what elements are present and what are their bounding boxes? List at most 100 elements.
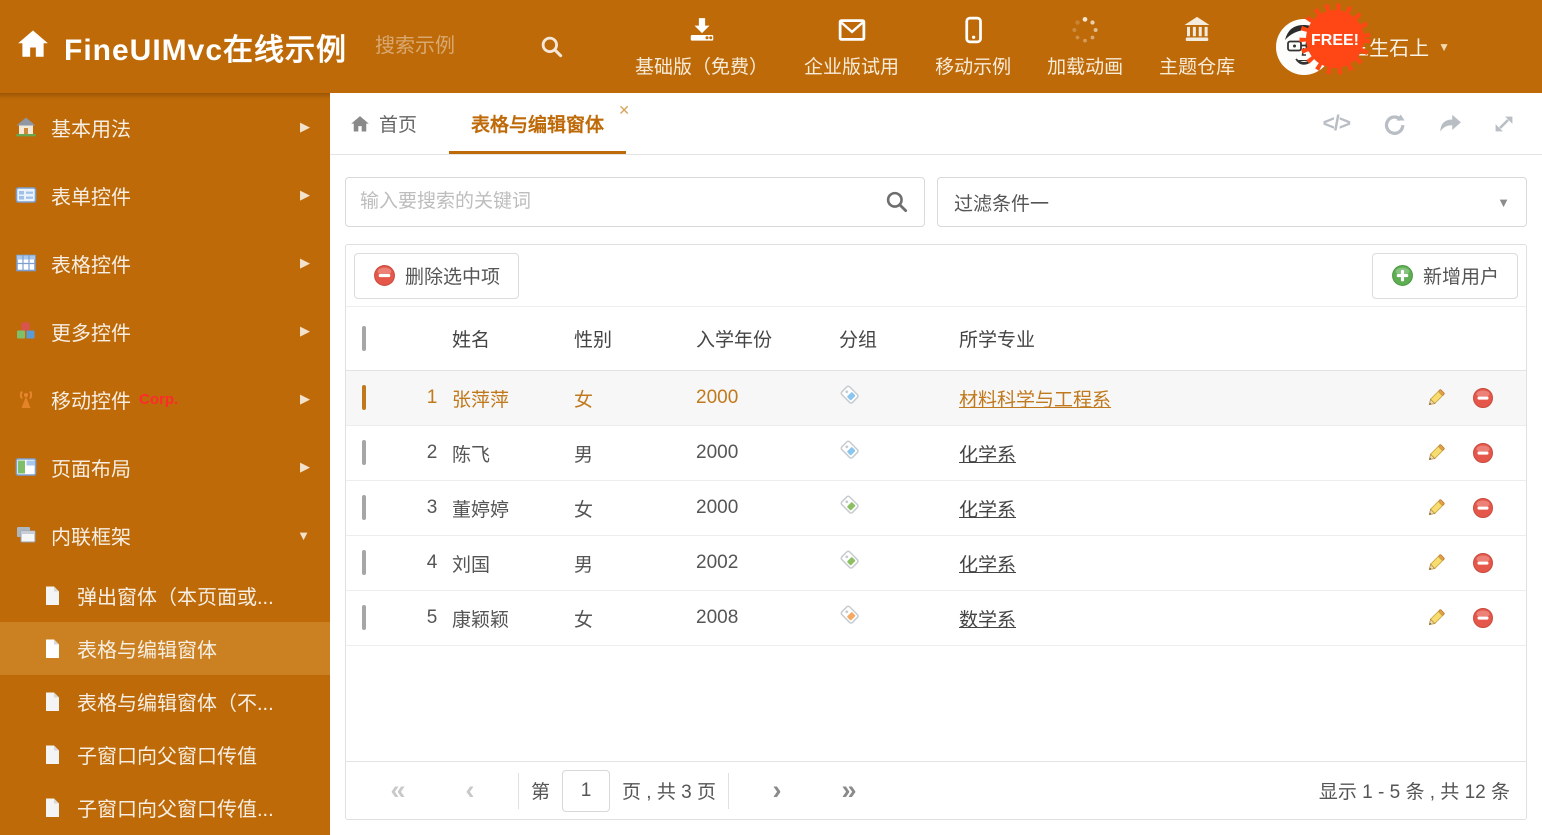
chevron-right-icon: ▶ [300, 255, 310, 270]
table-row[interactable]: 5 康颖颖 女 2008 数学系 [346, 591, 1526, 646]
sidebar-subitem-child-to-parent-2[interactable]: 子窗口向父窗口传值... [0, 781, 330, 834]
pagination-bar: « ‹ 第 页 , 共 3 页 › » 显示 1 - 5 条 , 共 12 条 [346, 761, 1526, 819]
grid-toolbar: 删除选中项 新增用户 [346, 245, 1526, 307]
row-index: 5 [426, 607, 438, 628]
document-icon [46, 586, 59, 605]
row-checkbox[interactable] [362, 605, 366, 630]
select-all-checkbox[interactable] [362, 325, 366, 351]
header-search[interactable] [375, 34, 575, 60]
delete-icon[interactable] [1472, 442, 1494, 464]
cell-name: 康颖颖 [452, 609, 510, 631]
delete-icon[interactable] [1472, 387, 1494, 409]
delete-selected-button[interactable]: 删除选中项 [354, 252, 520, 299]
chevron-down-icon: ▼ [297, 527, 310, 543]
chevron-right-icon: ▶ [300, 323, 310, 338]
cell-group [839, 549, 959, 577]
home-icon [351, 115, 369, 131]
row-checkbox[interactable] [362, 550, 366, 575]
cell-major: 化学系 [959, 550, 1376, 577]
sidebar-item-page-layout[interactable]: 页面布局 ▶ [0, 433, 330, 501]
chevron-down-icon: ▼ [1438, 39, 1450, 54]
row-checkbox[interactable] [362, 385, 366, 410]
sidebar-subitem-popup-window[interactable]: 弹出窗体（本页面或... [0, 569, 330, 622]
cell-year: 2002 [696, 552, 739, 573]
cell-actions [1376, 497, 1526, 519]
cell-major: 化学系 [959, 440, 1376, 467]
expand-icon[interactable] [1492, 112, 1516, 136]
edit-icon[interactable] [1426, 443, 1446, 463]
delete-icon[interactable] [1472, 497, 1494, 519]
table-row[interactable]: 2 陈飞 男 2000 化学系 [346, 426, 1526, 481]
major-link[interactable]: 数学系 [959, 610, 1016, 631]
major-link[interactable]: 化学系 [959, 445, 1016, 466]
sidebar-item-inline-frame[interactable]: 内联框架 ▼ [0, 501, 330, 569]
home-logo-icon[interactable] [16, 27, 50, 66]
document-icon [46, 692, 59, 711]
nav-item-basic-edition[interactable]: 基础版（免费） [617, 15, 786, 79]
cubes-icon [17, 322, 35, 339]
tab-home[interactable]: 首页 [330, 93, 437, 154]
sidebar-subitem-grid-edit-window-2[interactable]: 表格与编辑窗体（不... [0, 675, 330, 728]
cell-name: 董婷婷 [452, 499, 510, 521]
row-index: 1 [426, 387, 438, 408]
column-year: 入学年份 [696, 330, 773, 351]
download-icon [690, 17, 713, 41]
last-page-button[interactable]: » [813, 777, 885, 804]
search-icon[interactable] [539, 34, 565, 60]
page-label-prefix: 第 [531, 782, 551, 803]
close-icon[interactable]: ✕ [618, 102, 630, 119]
cell-year: 2000 [696, 442, 739, 463]
nav-item-enterprise-trial[interactable]: 企业版试用 [786, 15, 917, 79]
code-icon[interactable]: </> [1323, 112, 1351, 136]
next-page-button[interactable]: › [741, 777, 813, 804]
edit-icon[interactable] [1426, 388, 1446, 408]
nav-label: 基础版（免费） [635, 56, 769, 78]
sidebar-item-mobile-controls[interactable]: 移动控件 Corp. ▶ [0, 365, 330, 433]
row-checkbox[interactable] [362, 495, 366, 520]
cell-major: 材料科学与工程系 [959, 385, 1376, 412]
minus-circle-icon [374, 265, 395, 286]
refresh-icon[interactable] [1380, 111, 1406, 137]
major-link[interactable]: 化学系 [959, 555, 1016, 576]
page-number-input[interactable] [562, 769, 611, 812]
chevron-right-icon: ▶ [300, 187, 310, 202]
delete-icon[interactable] [1472, 607, 1494, 629]
cell-year: 2000 [696, 387, 739, 408]
keyword-search-input[interactable] [360, 191, 884, 213]
filter-select[interactable]: 过滤条件一 ▼ [937, 177, 1527, 227]
cell-gender: 男 [574, 554, 594, 576]
prev-page-button[interactable]: ‹ [434, 777, 506, 804]
cell-name: 张萍萍 [452, 389, 510, 411]
header-search-input[interactable] [375, 35, 526, 58]
form-icon [15, 187, 37, 203]
major-link[interactable]: 化学系 [959, 500, 1016, 521]
add-user-button[interactable]: 新增用户 [1371, 252, 1518, 299]
sidebar-item-basic-usage[interactable]: 基本用法 ▶ [0, 93, 330, 161]
first-page-button[interactable]: « [362, 777, 434, 804]
sidebar-subitem-child-to-parent[interactable]: 子窗口向父窗口传值 [0, 728, 330, 781]
sidebar-item-grid-controls[interactable]: 表格控件 ▶ [0, 229, 330, 297]
table-row[interactable]: 4 刘国 男 2002 化学系 [346, 536, 1526, 591]
major-link[interactable]: 材料科学与工程系 [959, 390, 1111, 411]
chevron-right-icon: ▶ [300, 459, 310, 474]
search-icon[interactable] [884, 189, 910, 215]
edit-icon[interactable] [1426, 553, 1446, 573]
sidebar-item-more-controls[interactable]: 更多控件 ▶ [0, 297, 330, 365]
sidebar-item-form-controls[interactable]: 表单控件 ▶ [0, 161, 330, 229]
tab-grid-edit-window[interactable]: 表格与编辑窗体 ✕ [449, 93, 630, 154]
keyword-search-box[interactable] [345, 177, 925, 227]
nav-label: 加载动画 [1047, 56, 1124, 78]
page-label-suffix: 页 , 共 3 页 [622, 782, 716, 803]
nav-item-mobile-demo[interactable]: 移动示例 [917, 15, 1029, 79]
delete-icon[interactable] [1472, 552, 1494, 574]
table-row[interactable]: 3 董婷婷 女 2000 化学系 [346, 481, 1526, 536]
nav-item-theme-repo[interactable]: 主题仓库 [1141, 15, 1253, 79]
share-icon[interactable] [1436, 111, 1462, 137]
active-tab-underline [449, 151, 627, 154]
row-checkbox[interactable] [362, 440, 366, 465]
sidebar-subitem-grid-edit-window[interactable]: 表格与编辑窗体 [0, 622, 330, 675]
edit-icon[interactable] [1426, 498, 1446, 518]
edit-icon[interactable] [1426, 608, 1446, 628]
table-row[interactable]: 1 张萍萍 女 2000 材料科学与工程系 [346, 371, 1526, 426]
nav-item-loading-animation[interactable]: 加载动画 [1029, 15, 1141, 79]
